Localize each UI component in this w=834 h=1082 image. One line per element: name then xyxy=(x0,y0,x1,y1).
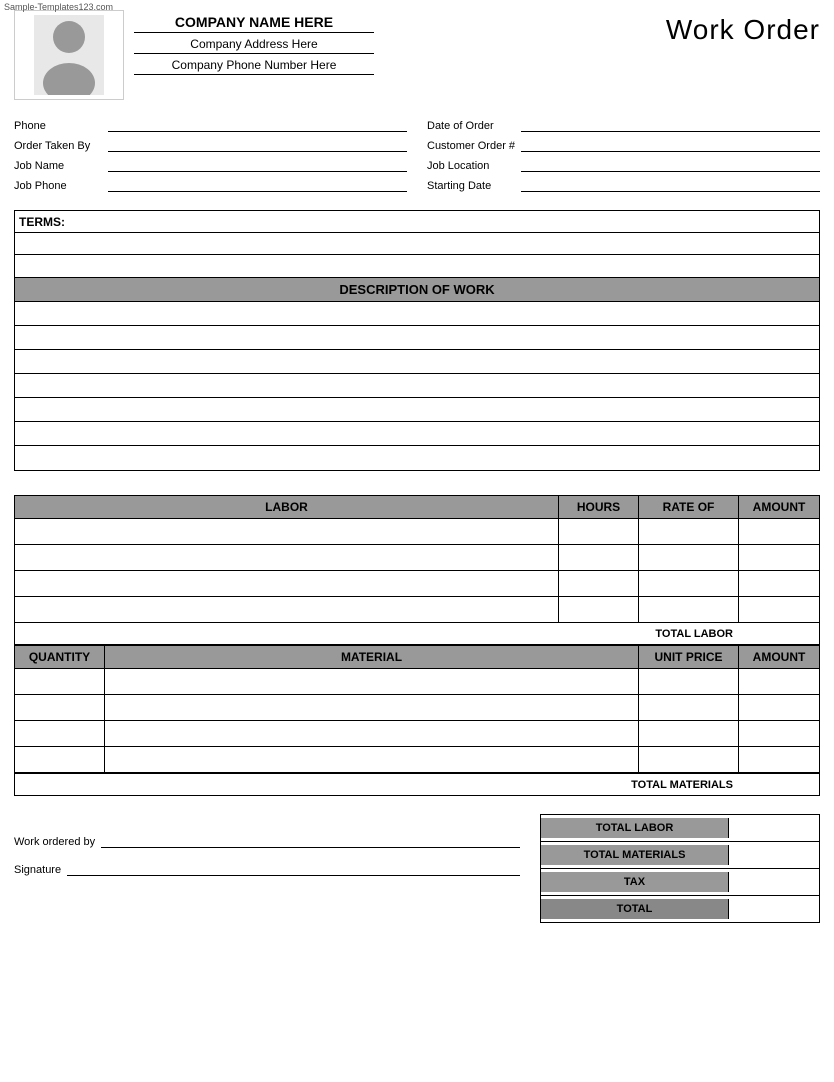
order-taken-label: Order Taken By xyxy=(14,140,104,152)
summary-total-label: TOTAL xyxy=(541,899,729,919)
total-labor-row: TOTAL LABOR xyxy=(15,623,819,645)
unit-price-col-header: UNIT PRICE xyxy=(639,646,739,668)
date-field[interactable] xyxy=(521,118,820,132)
signature-area: Work ordered by Signature xyxy=(14,814,540,876)
labor-row-1[interactable] xyxy=(15,519,819,545)
labor-col-header: LABOR xyxy=(15,496,559,518)
hours-col-header: HOURS xyxy=(559,496,639,518)
starting-date-label: Starting Date xyxy=(427,180,517,192)
summary-total-row: TOTAL xyxy=(541,896,819,922)
signature-label: Signature xyxy=(14,864,61,876)
form-right-col: Date of Order Customer Order # Job Locat… xyxy=(427,118,820,192)
description-rows xyxy=(14,302,820,471)
desc-row-6[interactable] xyxy=(15,422,819,446)
job-location-field[interactable] xyxy=(521,158,820,172)
form-row-job-name: Job Name xyxy=(14,158,407,172)
terms-label-row: TERMS: xyxy=(15,211,819,233)
desc-row-5[interactable] xyxy=(15,398,819,422)
header-section: COMPANY NAME HERE Company Address Here C… xyxy=(14,10,820,100)
desc-row-7[interactable] xyxy=(15,446,819,470)
material-col-header: MATERIAL xyxy=(105,646,639,668)
summary-total-labor-value[interactable] xyxy=(729,815,819,841)
starting-date-field[interactable] xyxy=(521,178,820,192)
logo-box xyxy=(14,10,124,100)
job-location-label: Job Location xyxy=(427,160,517,172)
form-section: Phone Order Taken By Job Name Job Phone … xyxy=(14,118,820,192)
terms-section: TERMS: xyxy=(14,210,820,278)
phone-field[interactable] xyxy=(108,118,407,132)
signature-row: Signature xyxy=(14,862,520,876)
desc-row-3[interactable] xyxy=(15,350,819,374)
customer-order-field[interactable] xyxy=(521,138,820,152)
labor-row-3[interactable] xyxy=(15,571,819,597)
summary-total-materials-label: TOTAL MATERIALS xyxy=(541,845,729,865)
rate-col-header: RATE OF xyxy=(639,496,739,518)
company-phone: Company Phone Number Here xyxy=(134,58,374,75)
order-taken-field[interactable] xyxy=(108,138,407,152)
summary-total-materials-value[interactable] xyxy=(729,842,819,868)
company-info: COMPANY NAME HERE Company Address Here C… xyxy=(134,10,374,79)
work-ordered-field[interactable] xyxy=(101,834,520,848)
customer-order-label: Customer Order # xyxy=(427,140,517,152)
labor-row-2[interactable] xyxy=(15,545,819,571)
job-name-label: Job Name xyxy=(14,160,104,172)
terms-row-1[interactable] xyxy=(15,233,819,255)
form-row-order-taken: Order Taken By xyxy=(14,138,407,152)
summary-tax-label: TAX xyxy=(541,872,729,892)
form-row-date: Date of Order xyxy=(427,118,820,132)
work-ordered-row: Work ordered by xyxy=(14,834,520,848)
summary-total-labor-row: TOTAL LABOR xyxy=(541,815,819,842)
summary-total-labor-label: TOTAL LABOR xyxy=(541,818,729,838)
work-ordered-label: Work ordered by xyxy=(14,836,95,848)
labor-row-4[interactable] xyxy=(15,597,819,623)
watermark: Sample-Templates123.com xyxy=(4,2,113,12)
phone-label: Phone xyxy=(14,120,104,132)
form-row-phone: Phone xyxy=(14,118,407,132)
form-row-starting-date: Starting Date xyxy=(427,178,820,192)
company-address: Company Address Here xyxy=(134,37,374,54)
materials-row-1[interactable] xyxy=(15,669,819,695)
terms-row-2[interactable] xyxy=(15,255,819,277)
form-row-customer-order: Customer Order # xyxy=(427,138,820,152)
terms-label: TERMS: xyxy=(19,215,65,229)
total-labor-label: TOTAL LABOR xyxy=(15,628,739,640)
labor-header: LABOR HOURS RATE OF AMOUNT xyxy=(15,496,819,519)
materials-row-4[interactable] xyxy=(15,747,819,773)
title-area: Work Order xyxy=(666,10,820,46)
summary-total-materials-row: TOTAL MATERIALS xyxy=(541,842,819,869)
mat-amount-col-header: AMOUNT xyxy=(739,646,819,668)
job-phone-field[interactable] xyxy=(108,178,407,192)
signature-field[interactable] xyxy=(67,862,520,876)
form-row-job-location: Job Location xyxy=(427,158,820,172)
materials-row-2[interactable] xyxy=(15,695,819,721)
date-label: Date of Order xyxy=(427,120,517,132)
total-materials-label: TOTAL MATERIALS xyxy=(15,779,739,791)
materials-header: QUANTITY MATERIAL UNIT PRICE AMOUNT xyxy=(15,645,819,669)
desc-row-1[interactable] xyxy=(15,302,819,326)
form-left-col: Phone Order Taken By Job Name Job Phone xyxy=(14,118,407,192)
summary-tax-value[interactable] xyxy=(729,869,819,895)
description-header: DESCRIPTION OF WORK xyxy=(14,278,820,302)
summary-total-value[interactable] xyxy=(729,896,819,922)
summary-section: Work ordered by Signature TOTAL LABOR TO… xyxy=(14,814,820,923)
company-name: COMPANY NAME HERE xyxy=(134,14,374,33)
quantity-col-header: QUANTITY xyxy=(15,646,105,668)
summary-tax-row: TAX xyxy=(541,869,819,896)
desc-row-4[interactable] xyxy=(15,374,819,398)
page-title: Work Order xyxy=(666,14,820,46)
job-phone-label: Job Phone xyxy=(14,180,104,192)
form-row-job-phone: Job Phone xyxy=(14,178,407,192)
labor-section: LABOR HOURS RATE OF AMOUNT xyxy=(14,495,820,796)
job-name-field[interactable] xyxy=(108,158,407,172)
company-logo xyxy=(15,11,123,99)
total-materials-row: TOTAL MATERIALS xyxy=(15,773,819,795)
amount-col-header: AMOUNT xyxy=(739,496,819,518)
totals-table: TOTAL LABOR TOTAL MATERIALS TAX TOTAL xyxy=(540,814,820,923)
materials-row-3[interactable] xyxy=(15,721,819,747)
desc-row-2[interactable] xyxy=(15,326,819,350)
